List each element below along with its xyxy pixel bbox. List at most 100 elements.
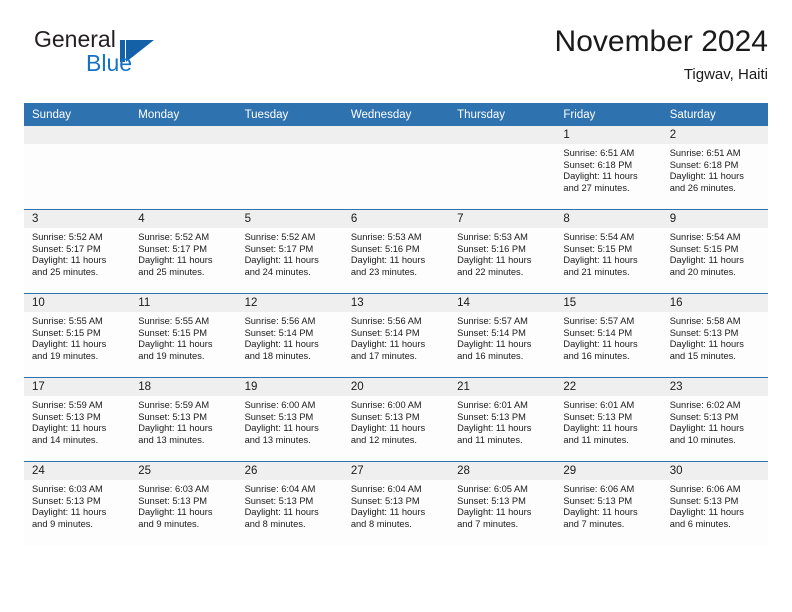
day-number: 23 xyxy=(661,378,768,396)
day-number: 27 xyxy=(342,462,450,480)
calendar-day-cell[interactable]: 23 Sunrise: 6:02 AM Sunset: 5:13 PM Dayligh… xyxy=(661,377,768,462)
day-detail-line: Daylight: 11 hours xyxy=(457,339,532,350)
day-detail-line: Sunset: 5:13 PM xyxy=(138,495,208,506)
day-number: 17 xyxy=(24,378,131,396)
day-sun-details: Sunrise: 6:04 AM Sunset: 5:13 PM Daylight:… xyxy=(343,480,449,530)
calendar-cell-inner: 22 Sunrise: 6:01 AM Sunset: 5:13 PM Dayligh… xyxy=(555,378,662,461)
day-detail-line: Sunset: 5:13 PM xyxy=(563,411,633,422)
day-detail-line: Sunset: 5:14 PM xyxy=(563,327,633,338)
calendar-day-cell[interactable]: 8 Sunrise: 5:54 AM Sunset: 5:15 PM Daylight… xyxy=(555,209,662,294)
calendar-day-cell[interactable]: 4 Sunrise: 5:52 AM Sunset: 5:17 PM Daylight… xyxy=(130,209,237,294)
calendar-header-row: Sunday Monday Tuesday Wednesday Thursday Frid… xyxy=(24,103,768,126)
day-detail-line: Daylight: 11 hours xyxy=(32,339,107,350)
day-sun-details: Sunrise: 6:00 AM Sunset: 5:13 PM Daylight:… xyxy=(343,396,449,446)
day-detail-line: Daylight: 11 hours xyxy=(563,339,638,350)
weekday-header-friday: Friday xyxy=(555,103,662,126)
calendar-day-cell[interactable]: 17 Sunrise: 5:59 AM Sunset: 5:13 PM Dayligh… xyxy=(24,377,131,462)
day-detail-line: Daylight: 11 hours xyxy=(669,339,744,350)
day-detail-line: Sunset: 6:18 PM xyxy=(563,159,633,170)
calendar-day-cell[interactable]: 2 Sunrise: 6:51 AM Sunset: 6:18 PM Daylight… xyxy=(661,126,768,210)
day-detail-line: Sunrise: 6:04 AM xyxy=(244,484,316,494)
general-blue-logo[interactable]: General Blue xyxy=(24,26,244,88)
calendar-day-cell[interactable]: 20 Sunrise: 6:00 AM Sunset: 5:13 PM Dayligh… xyxy=(342,377,450,462)
calendar-day-cell[interactable]: 27 Sunrise: 6:04 AM Sunset: 5:13 PM Dayligh… xyxy=(342,461,450,545)
day-number: 26 xyxy=(236,462,343,480)
day-sun-details xyxy=(237,144,343,148)
day-detail-line: Daylight: 11 hours xyxy=(457,423,532,434)
calendar-day-cell[interactable]: 14 Sunrise: 5:57 AM Sunset: 5:14 PM Dayligh… xyxy=(449,293,556,378)
weekday-header-wednesday: Wednesday xyxy=(342,103,450,126)
day-detail-line: Sunset: 5:13 PM xyxy=(457,495,526,506)
day-detail-line: Daylight: 11 hours xyxy=(244,339,319,350)
calendar-day-cell[interactable]: 24 Sunrise: 6:03 AM Sunset: 5:13 PM Dayligh… xyxy=(24,461,131,545)
calendar-cell-inner: 11 Sunrise: 5:55 AM Sunset: 5:15 PM Dayligh… xyxy=(130,294,237,377)
page-header: General Blue November 2024 Tigwav, Haiti xyxy=(24,25,768,92)
day-detail-line: Daylight: 11 hours xyxy=(32,255,107,266)
calendar-day-cell[interactable]: 5 Sunrise: 5:52 AM Sunset: 5:17 PM Daylight… xyxy=(236,209,343,294)
day-sun-details: Sunrise: 5:56 AM Sunset: 5:14 PM Daylight:… xyxy=(343,312,449,362)
calendar-day-cell[interactable]: 15 Sunrise: 5:57 AM Sunset: 5:14 PM Dayligh… xyxy=(555,293,662,378)
calendar-day-cell[interactable]: 1 Sunrise: 6:51 AM Sunset: 6:18 PM Daylight… xyxy=(555,126,662,210)
day-number: 25 xyxy=(130,462,237,480)
day-detail-line: and 19 minutes. xyxy=(32,350,99,361)
calendar-cell-empty xyxy=(236,126,343,210)
calendar-day-cell[interactable]: 16 Sunrise: 5:58 AM Sunset: 5:13 PM Dayligh… xyxy=(661,293,768,378)
calendar-day-cell[interactable]: 7 Sunrise: 5:53 AM Sunset: 5:16 PM Daylight… xyxy=(449,209,556,294)
day-detail-line: and 9 minutes. xyxy=(32,518,93,529)
day-detail-line: Sunrise: 6:02 AM xyxy=(669,400,741,410)
day-detail-line: and 25 minutes. xyxy=(138,266,205,277)
calendar-day-cell[interactable]: 10 Sunrise: 5:55 AM Sunset: 5:15 PM Dayligh… xyxy=(24,293,131,378)
day-detail-line: and 19 minutes. xyxy=(138,350,205,361)
day-detail-line: Sunrise: 6:06 AM xyxy=(563,484,635,494)
calendar-day-cell[interactable]: 9 Sunrise: 5:54 AM Sunset: 5:15 PM Daylight… xyxy=(661,209,768,294)
calendar-day-cell[interactable]: 30 Sunrise: 6:06 AM Sunset: 5:13 PM Dayligh… xyxy=(661,461,768,545)
day-sun-details: Sunrise: 5:55 AM Sunset: 5:15 PM Daylight:… xyxy=(24,312,130,362)
day-detail-line: and 13 minutes. xyxy=(244,434,311,445)
day-detail-line: Sunrise: 6:51 AM xyxy=(563,148,635,158)
calendar-day-cell[interactable]: 12 Sunrise: 5:56 AM Sunset: 5:14 PM Dayligh… xyxy=(236,293,343,378)
calendar-day-cell[interactable]: 26 Sunrise: 6:04 AM Sunset: 5:13 PM Dayligh… xyxy=(236,461,343,545)
day-detail-line: Sunset: 5:15 PM xyxy=(669,243,739,254)
calendar-day-cell[interactable]: 3 Sunrise: 5:52 AM Sunset: 5:17 PM Daylight… xyxy=(24,209,131,294)
calendar-cell-inner: 17 Sunrise: 5:59 AM Sunset: 5:13 PM Dayligh… xyxy=(24,378,131,461)
calendar-week-row: 3 Sunrise: 5:52 AM Sunset: 5:17 PM Daylight… xyxy=(24,209,768,294)
day-detail-line: Sunset: 5:17 PM xyxy=(138,243,208,254)
calendar-cell-inner: 13 Sunrise: 5:56 AM Sunset: 5:14 PM Dayligh… xyxy=(342,294,450,377)
calendar-day-cell[interactable]: 21 Sunrise: 6:01 AM Sunset: 5:13 PM Dayligh… xyxy=(449,377,556,462)
weekday-header-saturday: Saturday xyxy=(661,103,768,126)
calendar-day-cell[interactable]: 25 Sunrise: 6:03 AM Sunset: 5:13 PM Dayligh… xyxy=(130,461,237,545)
day-detail-line: Sunrise: 5:59 AM xyxy=(32,400,103,410)
calendar-day-cell[interactable]: 22 Sunrise: 6:01 AM Sunset: 5:13 PM Dayligh… xyxy=(555,377,662,462)
calendar-day-cell[interactable]: 11 Sunrise: 5:55 AM Sunset: 5:15 PM Dayligh… xyxy=(130,293,237,378)
calendar-cell-inner: 16 Sunrise: 5:58 AM Sunset: 5:13 PM Dayligh… xyxy=(661,294,768,377)
day-detail-line: Daylight: 11 hours xyxy=(457,255,532,266)
day-detail-line: and 8 minutes. xyxy=(350,518,412,529)
day-sun-details: Sunrise: 5:56 AM Sunset: 5:14 PM Daylight:… xyxy=(237,312,343,362)
calendar-day-cell[interactable]: 18 Sunrise: 5:59 AM Sunset: 5:13 PM Dayligh… xyxy=(130,377,237,462)
calendar-day-cell[interactable]: 6 Sunrise: 5:53 AM Sunset: 5:16 PM Daylight… xyxy=(342,209,450,294)
day-sun-details: Sunrise: 5:53 AM Sunset: 5:16 PM Daylight:… xyxy=(343,228,449,278)
day-detail-line: and 8 minutes. xyxy=(244,518,306,529)
day-sun-details: Sunrise: 5:57 AM Sunset: 5:14 PM Daylight:… xyxy=(555,312,661,362)
page-title: November 2024 xyxy=(554,25,768,58)
calendar-day-cell[interactable]: 28 Sunrise: 6:05 AM Sunset: 5:13 PM Dayligh… xyxy=(449,461,556,545)
day-number: 24 xyxy=(24,462,131,480)
calendar-cell-inner: 20 Sunrise: 6:00 AM Sunset: 5:13 PM Dayligh… xyxy=(342,378,450,461)
calendar-cell-empty xyxy=(24,126,131,210)
calendar-cell-inner xyxy=(449,126,556,209)
day-detail-line: and 26 minutes. xyxy=(669,182,736,193)
day-detail-line: Sunset: 5:13 PM xyxy=(32,495,101,506)
logo-text-blue: Blue xyxy=(86,50,133,76)
calendar-cell-inner: 9 Sunrise: 5:54 AM Sunset: 5:15 PM Daylight… xyxy=(661,210,768,293)
calendar-day-cell[interactable]: 29 Sunrise: 6:06 AM Sunset: 5:13 PM Dayligh… xyxy=(555,461,662,545)
day-detail-line: Sunrise: 5:57 AM xyxy=(457,316,528,326)
day-detail-line: Sunset: 5:13 PM xyxy=(669,411,739,422)
calendar-cell-inner: 25 Sunrise: 6:03 AM Sunset: 5:13 PM Dayligh… xyxy=(130,462,237,545)
day-number xyxy=(342,126,450,144)
day-sun-details: Sunrise: 5:53 AM Sunset: 5:16 PM Daylight:… xyxy=(449,228,555,278)
page-subtitle-location: Tigwav, Haiti xyxy=(683,66,768,83)
day-sun-details: Sunrise: 6:01 AM Sunset: 5:13 PM Daylight:… xyxy=(555,396,661,446)
calendar-day-cell[interactable]: 13 Sunrise: 5:56 AM Sunset: 5:14 PM Dayligh… xyxy=(342,293,450,378)
calendar-day-cell[interactable]: 19 Sunrise: 6:00 AM Sunset: 5:13 PM Dayligh… xyxy=(236,377,343,462)
day-detail-line: Sunrise: 6:01 AM xyxy=(457,400,528,410)
